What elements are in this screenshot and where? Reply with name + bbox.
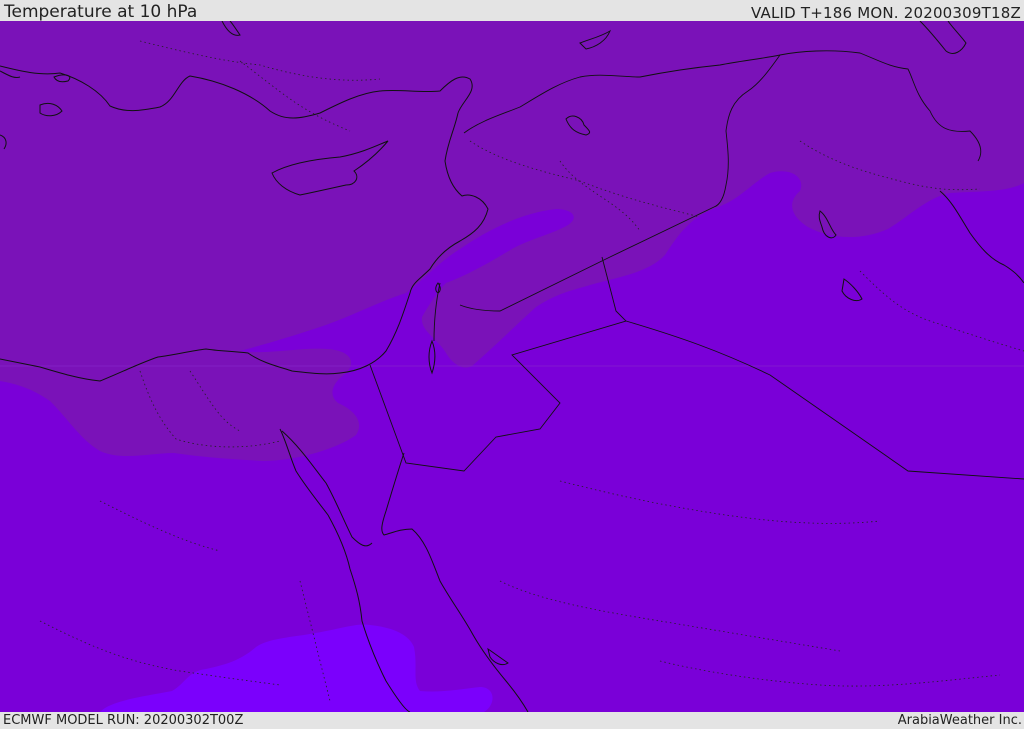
header-bar: Temperature at 10 hPa VALID T+186 MON. 2… <box>0 0 1024 21</box>
weather-map[interactable] <box>0 21 1024 712</box>
credit-text: ArabiaWeather Inc. <box>897 713 1022 728</box>
map-title: Temperature at 10 hPa <box>4 2 198 22</box>
map-canvas <box>0 21 1024 712</box>
valid-time: VALID T+186 MON. 20200309T18Z <box>751 4 1021 22</box>
model-run: ECMWF MODEL RUN: 20200302T00Z <box>3 713 244 728</box>
footer-bar: ECMWF MODEL RUN: 20200302T00Z ArabiaWeat… <box>0 712 1024 729</box>
